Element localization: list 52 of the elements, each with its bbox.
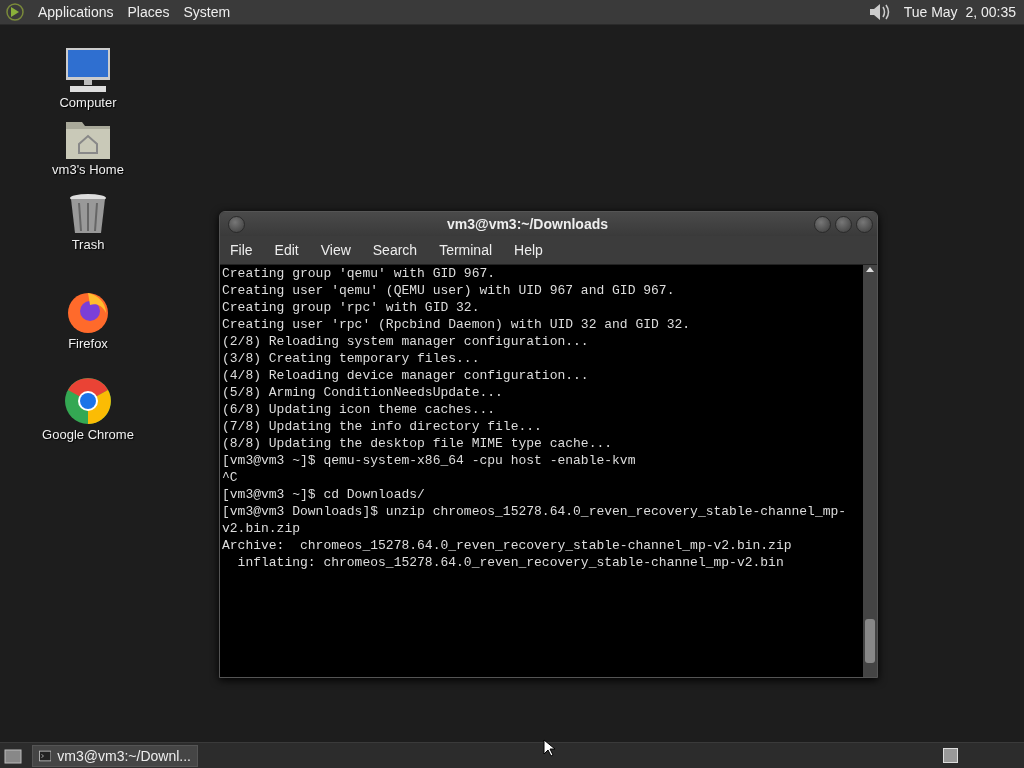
scrollbar[interactable]	[863, 265, 877, 677]
terminal-line: Creating group 'rpc' with GID 32.	[222, 299, 481, 316]
terminal-line: Archive: chromeos_15278.64.0_reven_recovery_stable-channel_mp-v2.bin.zip	[222, 537, 793, 554]
terminal-line: (2/8) Reloading system manager configuration...	[222, 333, 590, 350]
speaker-icon[interactable]	[867, 2, 890, 22]
terminal-line: (7/8) Updating the info directory file...	[222, 418, 543, 435]
close-icon[interactable]	[856, 215, 873, 233]
terminal-line: (5/8) Arming ConditionNeedsUpdate...	[222, 384, 504, 401]
terminal-line: (6/8) Updating icon theme caches...	[222, 401, 497, 418]
terminal-line: (3/8) Creating temporary files...	[222, 350, 481, 367]
desktop-icon-label[interactable]: Trash	[71, 237, 105, 252]
desktop-icon-label[interactable]: Computer	[59, 95, 117, 110]
minimize-icon[interactable]	[814, 215, 831, 233]
taskbar-button[interactable]: vm3@vm3:~/Downl...	[32, 744, 198, 767]
workspace-switcher[interactable]	[943, 748, 958, 763]
terminal-line: [vm3@vm3 Downloads]$ unzip chromeos_15278.64.0_reven_recovery_stable-channel_mp-	[222, 503, 848, 520]
maximize-icon[interactable]	[835, 215, 852, 233]
mouse-cursor-icon	[543, 739, 555, 757]
terminal-line: ^C	[222, 469, 239, 486]
panel-menu[interactable]: System	[183, 4, 231, 20]
terminal-line: [vm3@vm3 ~]$ qemu-system-x86_64 -cpu host -enable-kvm	[222, 452, 637, 469]
scroll-thumb[interactable]	[865, 619, 875, 663]
panel-menu[interactable]: Places	[127, 4, 170, 20]
terminal-line: (8/8) Updating the desktop file MIME type cache...	[222, 435, 614, 452]
terminal-line: [vm3@vm3 ~]$ cd Downloads/	[222, 486, 426, 503]
computer-icon	[64, 47, 112, 93]
trash-icon	[69, 193, 107, 235]
menu-item[interactable]: Terminal	[439, 242, 493, 258]
terminal-icon	[39, 749, 52, 762]
terminal-line: inflating: chromeos_15278.64.0_reven_recovery_stable-channel_mp-v2.bin	[236, 554, 785, 571]
menu-item[interactable]: Edit	[274, 242, 299, 258]
desktop-icon-label[interactable]: vm3's Home	[52, 162, 124, 177]
terminal-line: (4/8) Reloading device manager configuration...	[222, 367, 590, 384]
home-folder-icon	[65, 120, 111, 160]
chrome-icon	[64, 377, 112, 425]
desktop-icon-label[interactable]: Google Chrome	[42, 427, 134, 442]
terminal-line: v2.bin.zip	[222, 520, 301, 537]
show-desktop-icon[interactable]	[4, 747, 22, 764]
logo-icon	[6, 3, 24, 21]
menu-item[interactable]: View	[320, 242, 351, 258]
window-menu-icon[interactable]	[228, 215, 245, 233]
terminal-line: Creating group 'qemu' with GID 967.	[222, 265, 497, 282]
desktop-icon-label[interactable]: Firefox	[68, 336, 108, 351]
terminal-line: Creating user 'qemu' (QEMU user) with UID 967 and GID 967.	[222, 282, 676, 299]
menu-item[interactable]: Search	[372, 242, 418, 258]
menu-item[interactable]: Help	[514, 242, 543, 258]
menu-item[interactable]: File	[230, 242, 253, 258]
terminal-line: Creating user 'rpc' (Rpcbind Daemon) with UID 32 and GID 32.	[222, 316, 692, 333]
scroll-up-icon[interactable]	[865, 265, 875, 273]
panel-menu[interactable]: Applications	[38, 4, 114, 20]
window-title: vm3@vm3:~/Downloads	[445, 216, 610, 232]
clock[interactable]: Tue May 2, 00:35	[903, 4, 1016, 20]
